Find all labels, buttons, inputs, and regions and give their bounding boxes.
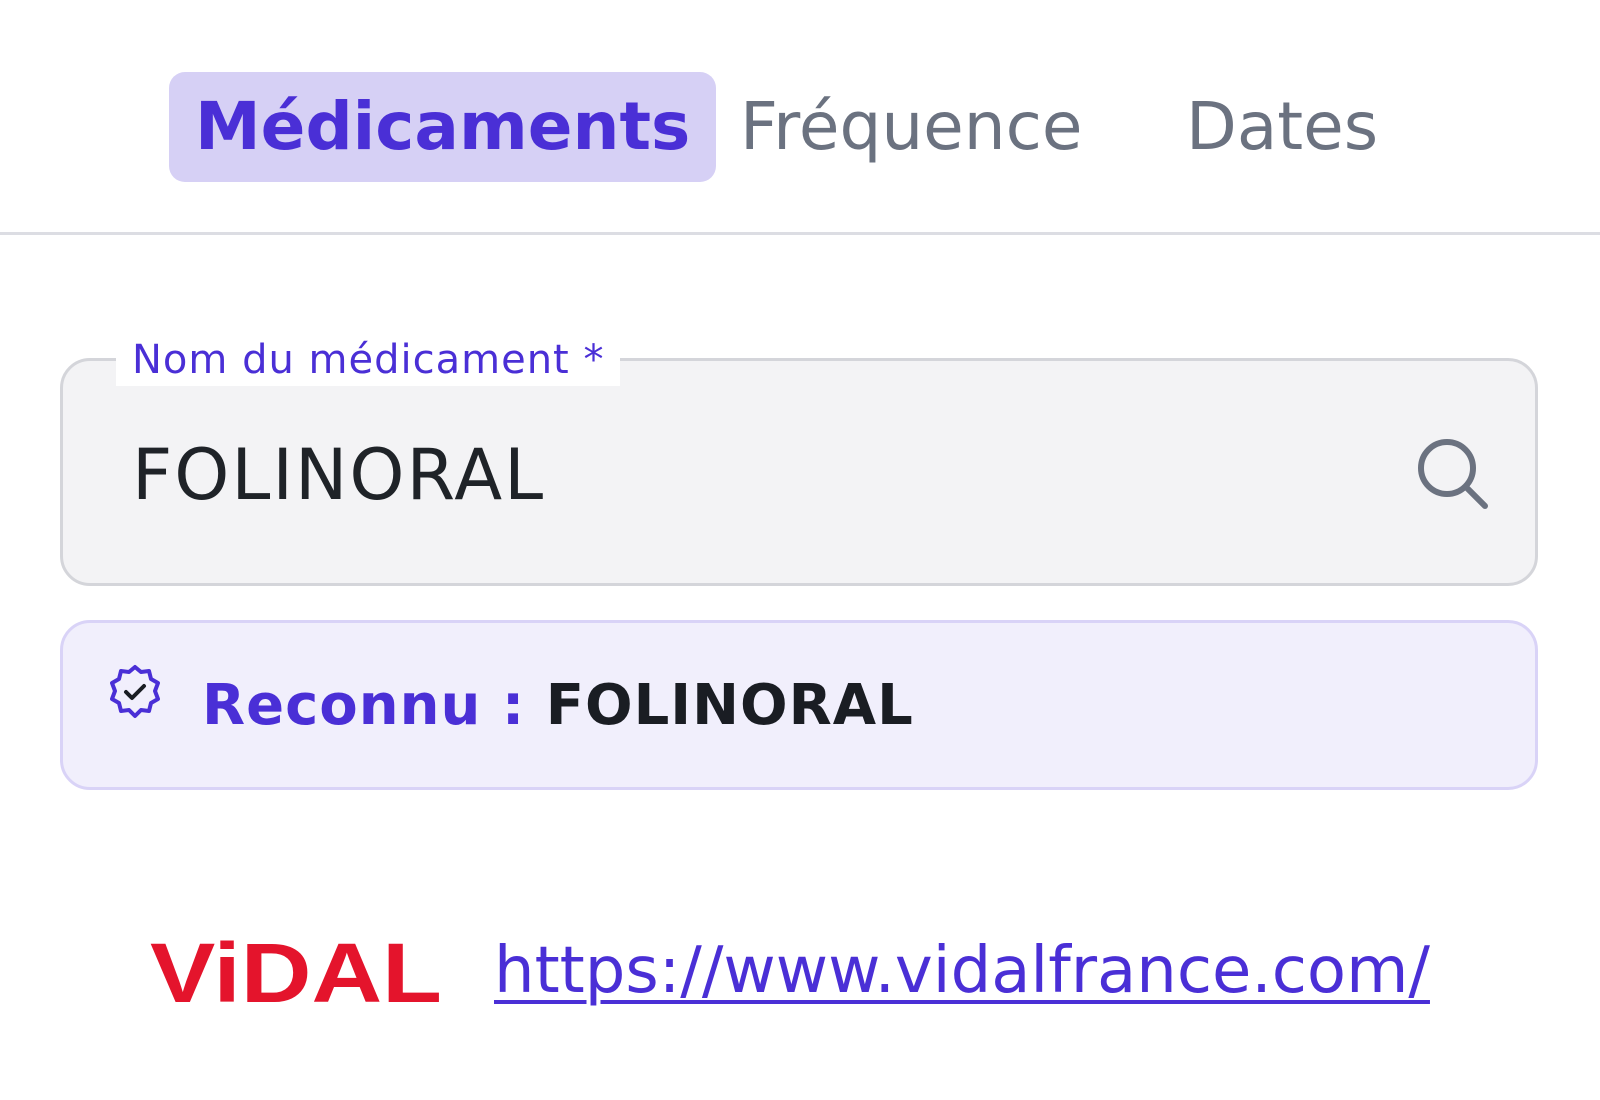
vidal-logo: ViDAL xyxy=(150,930,442,1014)
medication-name-label: Nom du médicament * xyxy=(116,334,621,386)
tab-medicaments[interactable]: Médicaments xyxy=(169,72,717,182)
tab-dates[interactable]: Dates xyxy=(1186,72,1378,182)
verified-badge-icon xyxy=(110,665,160,718)
recognition-name: FOLINORAL xyxy=(545,673,914,738)
recognition-prefix: Reconnu : xyxy=(202,673,546,738)
tab-frequence[interactable]: Fréquence xyxy=(740,72,1083,182)
vidal-link[interactable]: https://www.vidalfrance.com/ xyxy=(494,926,1430,1016)
recognition-text: Reconnu : FOLINORAL xyxy=(202,668,914,744)
tab-divider xyxy=(0,232,1600,235)
vidal-logo-text: ViDAL xyxy=(150,930,442,1014)
tab-bar: Médicaments Fréquence Dates xyxy=(0,0,1600,232)
medication-name-input[interactable] xyxy=(132,430,1382,520)
search-icon[interactable] xyxy=(1413,434,1493,514)
